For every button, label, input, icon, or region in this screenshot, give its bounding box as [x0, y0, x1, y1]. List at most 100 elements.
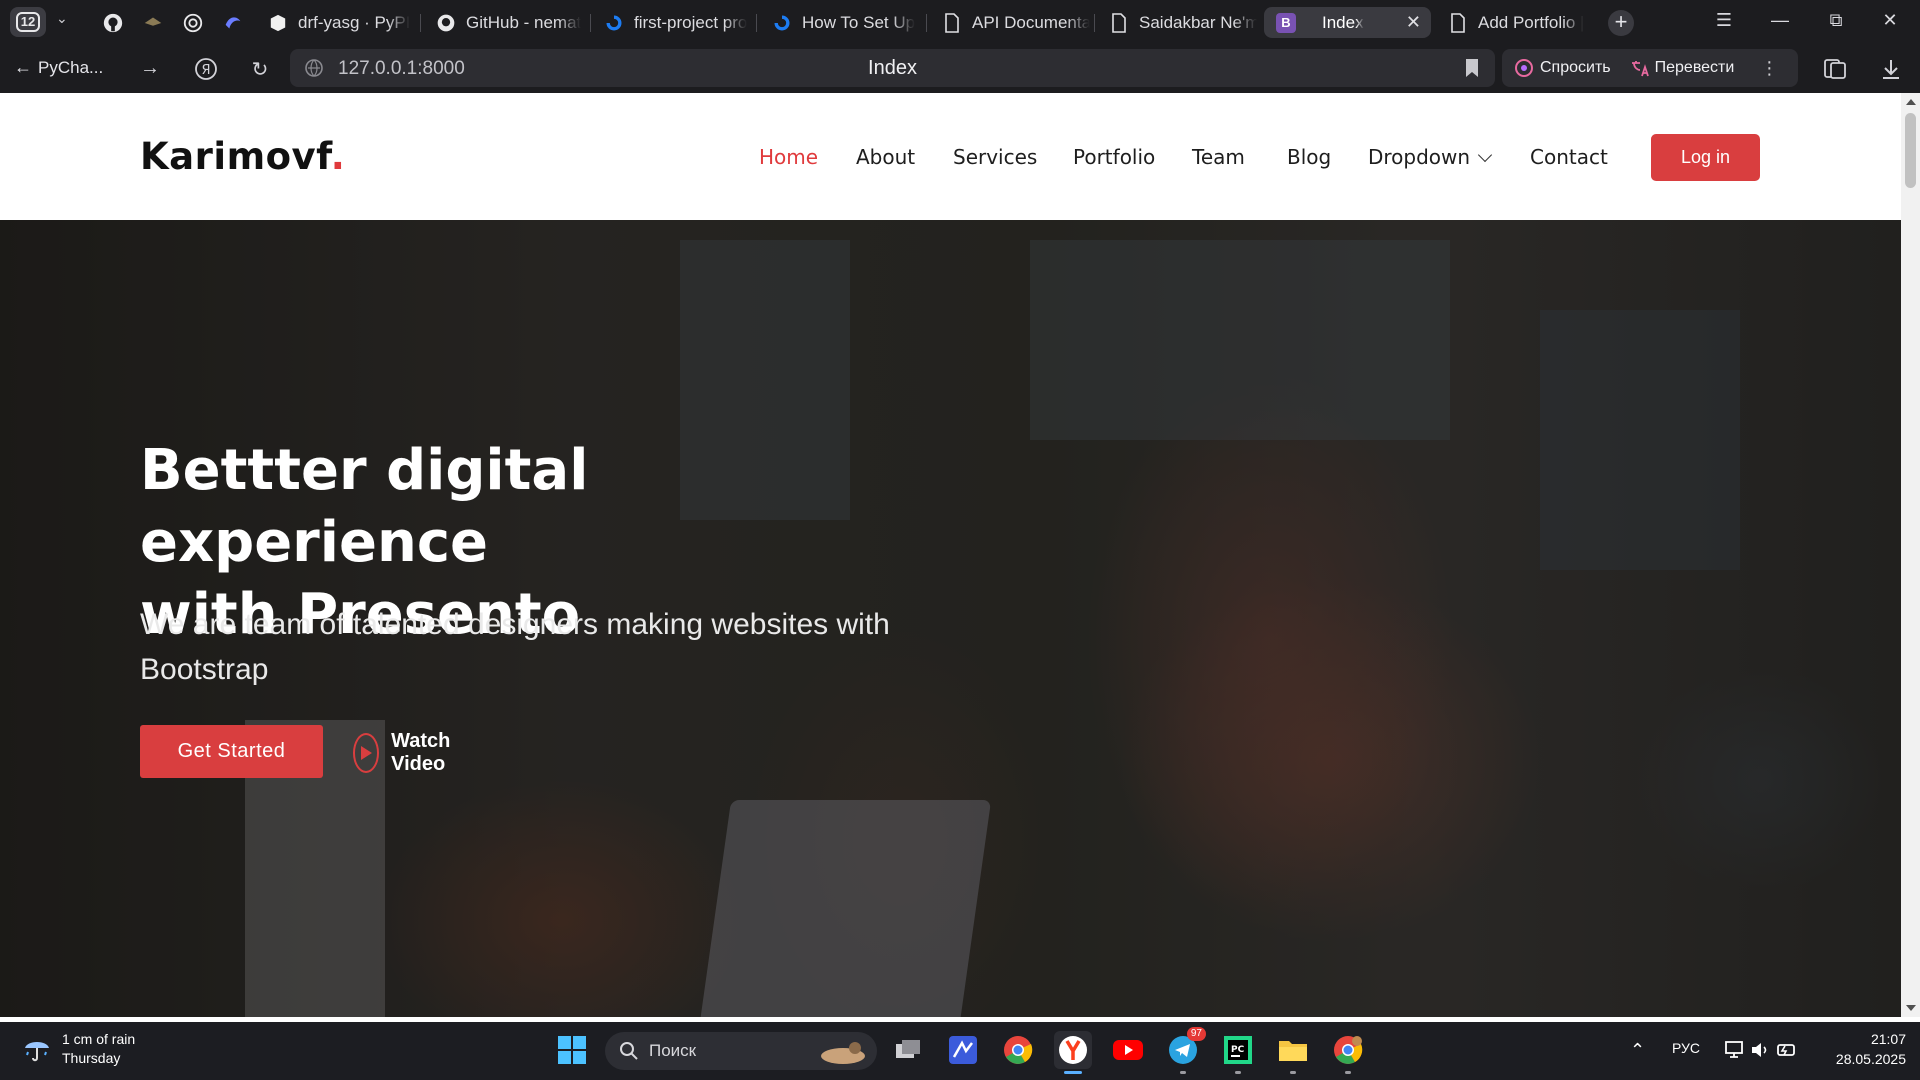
arrow-left-icon: ← — [14, 57, 32, 77]
github-icon — [103, 13, 123, 33]
swirl-pinned-tab[interactable] — [220, 10, 246, 36]
taskbar-app-yandex[interactable] — [1054, 1031, 1092, 1074]
umbrella-rain-icon — [25, 1042, 49, 1062]
task-view-button[interactable] — [889, 1031, 927, 1069]
language-indicator[interactable]: РУС — [1672, 1040, 1700, 1056]
ask-icon — [1515, 59, 1533, 77]
minimize-icon[interactable]: — — [1768, 10, 1792, 31]
volume-icon[interactable] — [1750, 1040, 1770, 1060]
running-indicator — [1345, 1071, 1351, 1074]
scroll-up-icon[interactable] — [1906, 99, 1916, 105]
tab-first-project[interactable]: first-project pro — [592, 7, 752, 38]
more-options-icon[interactable]: ⋮ — [1760, 58, 1778, 79]
ask-button[interactable]: Спросить — [1514, 58, 1611, 78]
tab-index-active[interactable]: B Index ✕ — [1264, 7, 1431, 38]
scroll-thumb[interactable] — [1905, 113, 1916, 188]
taskbar-app-youtube[interactable] — [1109, 1031, 1147, 1069]
digitalocean-icon — [772, 13, 792, 33]
weather-widget[interactable]: 1 cm of rain Thursday — [22, 1030, 135, 1068]
folder-icon — [1279, 1041, 1307, 1061]
windows-logo-icon — [558, 1036, 586, 1064]
tab-separator — [590, 14, 591, 32]
address-bar[interactable]: 127.0.0.1:8000 Index — [290, 49, 1495, 87]
windows-taskbar: 1 cm of rain Thursday Поиск 97 PC ⌃ РУС … — [0, 1022, 1920, 1080]
scroll-down-icon[interactable] — [1906, 1005, 1916, 1011]
bird-pinned-tab[interactable] — [140, 10, 166, 36]
tab-count: 12 — [16, 12, 40, 32]
active-indicator — [1064, 1071, 1082, 1074]
hero-section: Bettter digital experience with Presento… — [0, 220, 1901, 1017]
whiteboard-icon — [949, 1036, 977, 1064]
bird-icon — [144, 17, 162, 26]
taskbar-app-chrome[interactable] — [999, 1031, 1037, 1069]
svg-text:PC: PC — [1231, 1045, 1245, 1055]
openai-icon — [183, 13, 203, 33]
tab-how-to-set-up[interactable]: How To Set Up — [760, 7, 922, 38]
nav-portfolio[interactable]: Portfolio — [1073, 145, 1155, 169]
back-button[interactable]: ← PyCha... — [14, 57, 103, 78]
tab-github-nemat[interactable]: GitHub - nemat — [424, 7, 586, 38]
openai-pinned-tab[interactable] — [180, 10, 206, 36]
login-button[interactable]: Log in — [1651, 134, 1760, 181]
translate-button[interactable]: Перевести — [1629, 58, 1734, 78]
play-icon — [353, 733, 380, 773]
task-view-icon — [896, 1040, 920, 1058]
running-indicator — [1180, 1071, 1186, 1074]
taskbar-app-whiteboard[interactable] — [944, 1031, 982, 1069]
bookmark-icon[interactable] — [1465, 58, 1479, 78]
nav-dropdown[interactable]: Dropdown — [1368, 145, 1493, 169]
download-icon[interactable] — [1878, 57, 1904, 81]
running-indicator — [1235, 1071, 1241, 1074]
tab-saidakbar[interactable]: Saidakbar Ne'm — [1097, 7, 1257, 38]
new-tab-button[interactable]: + — [1608, 10, 1634, 36]
running-indicator — [1290, 1071, 1296, 1074]
tab-drf-yasg[interactable]: drf-yasg · PyPI — [256, 7, 416, 38]
nav-services[interactable]: Services — [953, 145, 1037, 169]
menu-icon[interactable]: ☰ — [1712, 10, 1736, 31]
page-scrollbar[interactable] — [1901, 93, 1920, 1017]
taskbar-app-telegram[interactable]: 97 — [1164, 1027, 1206, 1074]
tab-add-portfolio[interactable]: Add Portfolio | — [1436, 7, 1600, 38]
nav-contact[interactable]: Contact — [1530, 145, 1608, 169]
network-icon[interactable] — [1724, 1040, 1746, 1060]
chevron-down-icon[interactable]: ⌄ — [56, 10, 68, 27]
github-pinned-tab[interactable] — [100, 10, 126, 36]
close-window-icon[interactable]: ✕ — [1878, 10, 1902, 31]
bootstrap-icon: B — [1276, 12, 1296, 33]
reload-icon[interactable]: ↻ — [247, 57, 273, 82]
tab-api-documentation[interactable]: API Documenta — [930, 7, 1090, 38]
get-started-button[interactable]: Get Started — [140, 725, 323, 778]
translate-icon — [1631, 61, 1649, 77]
chrome-icon — [1004, 1036, 1033, 1064]
reading-mode-icon[interactable] — [1822, 57, 1848, 81]
close-icon[interactable]: ✕ — [1406, 12, 1421, 33]
yandex-icon[interactable]: Я — [193, 57, 219, 87]
system-clock[interactable]: 21:07 28.05.2025 — [1822, 1029, 1906, 1069]
notification-badge: 97 — [1186, 1027, 1206, 1041]
taskbar-search[interactable]: Поиск — [605, 1032, 877, 1070]
tab-separator — [1094, 14, 1095, 32]
nav-blog[interactable]: Blog — [1287, 145, 1331, 169]
nav-team[interactable]: Team — [1192, 145, 1245, 169]
taskbar-app-pycharm[interactable]: PC — [1219, 1031, 1257, 1074]
nav-home[interactable]: Home — [759, 145, 818, 169]
taskbar-app-explorer[interactable] — [1274, 1031, 1312, 1074]
site-logo[interactable]: Karimovf. — [140, 135, 345, 178]
chevron-down-icon — [1478, 147, 1493, 163]
forward-arrow-icon[interactable]: → — [137, 57, 163, 80]
document-icon — [1109, 12, 1129, 33]
taskbar-app-chrome-profile[interactable] — [1329, 1031, 1367, 1074]
start-button[interactable] — [553, 1031, 591, 1069]
assistant-toolbar: Спросить Перевести ⋮ — [1502, 49, 1798, 87]
chrome-profile-icon — [1334, 1036, 1363, 1064]
document-icon — [1448, 12, 1468, 33]
tab-counter-button[interactable]: 12 — [10, 7, 46, 37]
tray-overflow-chevron-icon[interactable]: ⌃ — [1630, 1040, 1645, 1061]
search-highlight-icon — [821, 1042, 865, 1064]
watch-video-button[interactable]: Watch Video — [353, 730, 464, 776]
restore-icon[interactable]: ⧉ — [1824, 10, 1848, 31]
yandex-browser-icon — [1059, 1036, 1087, 1064]
battery-charging-icon[interactable] — [1776, 1040, 1798, 1060]
tab-separator — [926, 14, 927, 32]
nav-about[interactable]: About — [856, 145, 915, 169]
